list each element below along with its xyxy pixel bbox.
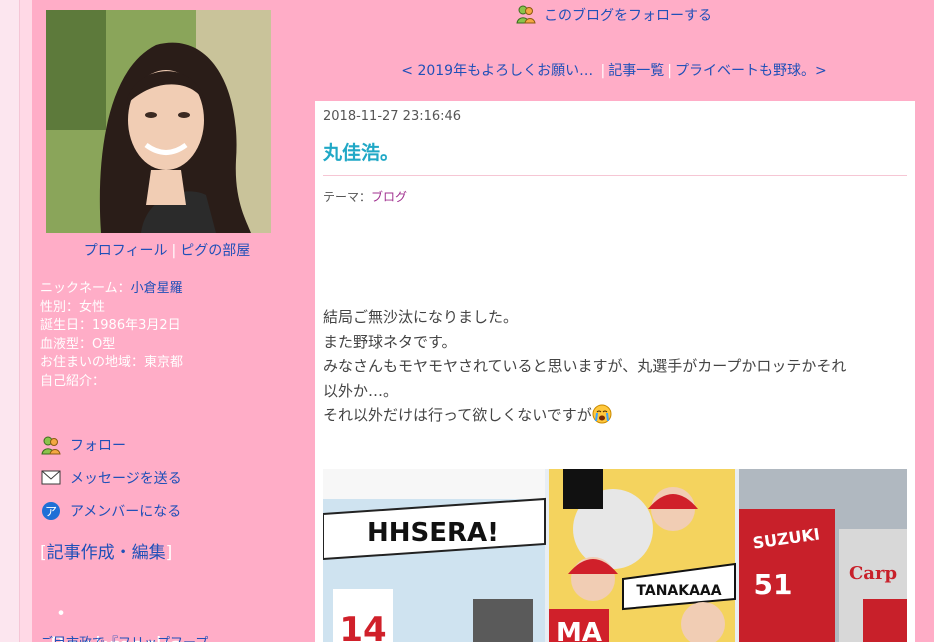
body-line: また野球ネタです。 <box>323 332 457 351</box>
nickname-link[interactable]: 小倉星羅 <box>131 281 183 296</box>
mural-banner-text: HHSERA! <box>367 518 499 548</box>
body-line: それ以外だけは行って欲しくないですが <box>323 406 592 424</box>
mural-tanaka-text: TANAKAAA <box>636 583 721 599</box>
edit-bracket-close: ] <box>165 543 173 563</box>
body-line: 以外か…。 <box>323 381 399 400</box>
mural-carp-logo-text: Carp <box>849 563 897 584</box>
profile-link[interactable]: プロフィール <box>84 243 168 259</box>
follow-blog-link[interactable]: このブログをフォローする <box>314 4 914 28</box>
edit-bracket-open: [ <box>40 543 47 563</box>
nav-separator: | <box>600 63 606 79</box>
profile-links: プロフィール | ピグの部屋 <box>32 240 302 260</box>
nickname-row: ニックネーム：小倉星羅 <box>40 280 300 299</box>
theme-tag-link[interactable]: ブログ <box>371 190 407 204</box>
next-article-link[interactable]: プライベートも野球。> <box>675 63 827 79</box>
pigg-room-link[interactable]: ピグの部屋 <box>180 243 250 259</box>
profile-info: ニックネーム：小倉星羅 性別：女性 誕生日：1986年3月2日 血液型：O型 お… <box>40 280 300 391</box>
page-left-border <box>0 0 20 642</box>
prev-article-link[interactable]: < 2019年もよろしくお願い… <box>401 63 593 79</box>
profile-photo[interactable] <box>46 10 271 233</box>
follow-icon <box>516 4 536 28</box>
region-row: お住まいの地域：東京都 <box>40 355 184 370</box>
send-message-button[interactable]: メッセージを送る <box>40 461 300 494</box>
link-separator: | <box>171 243 177 259</box>
article: 2018-11-27 23:16:46 丸佳浩。 テーマ：ブログ 結局ご無沙汰に… <box>315 101 915 642</box>
amember-button[interactable]: ア アメンバーになる <box>40 494 300 527</box>
crying-face-icon <box>592 404 612 432</box>
theme-label: テーマ： <box>323 190 372 204</box>
body-line: みなさんもモヤモヤされていると思いますが、丸選手がカープかロッテかそれ <box>323 357 847 375</box>
follow-blog-label: このブログをフォローする <box>544 8 712 24</box>
blood-type-row: 血液型：O型 <box>40 336 116 352</box>
article-date: 2018-11-27 23:16:46 <box>323 109 462 124</box>
gender-row: 性別：女性 <box>40 299 106 315</box>
article-list-link[interactable]: 記事一覧 <box>608 63 664 79</box>
article-title[interactable]: 丸佳浩。 <box>323 138 907 176</box>
follow-icon <box>40 434 62 456</box>
sidebar: プロフィール | ピグの部屋 ニックネーム：小倉星羅 性別：女性 誕生日：1986年… <box>32 0 302 642</box>
article-body: 結局ご無沙汰になりました。 また野球ネタです。 みなさんもモヤモヤされていると思… <box>323 305 907 432</box>
body-line: 結局ご無沙汰になりました。 <box>323 308 519 326</box>
bookmark-item[interactable]: ご目市政で『フリップフープ <box>40 632 208 642</box>
follow-label: フォロー <box>70 437 126 454</box>
birthday-row: 誕生日：1986年3月2日 <box>40 318 181 333</box>
blog-page: プロフィール | ピグの部屋 ニックネーム：小倉星羅 性別：女性 誕生日：1986年… <box>32 0 934 642</box>
amember-icon: ア <box>40 500 62 522</box>
article-theme: テーマ：ブログ <box>323 188 907 205</box>
edit-article-label: 記事作成・編集 <box>46 543 166 563</box>
nickname-label: ニックネーム： <box>40 281 131 296</box>
carp-mural-image: HHSERA! 14 TANAKAAA MA SUZUKI 51 Carp <box>323 469 907 642</box>
nav-separator: | <box>667 63 672 79</box>
article-photo[interactable]: HHSERA! 14 TANAKAAA MA SUZUKI 51 Carp <box>323 469 907 642</box>
edit-article-link[interactable]: [記事作成・編集] <box>40 538 172 563</box>
article-navigation: < 2019年もよろしくお願い… | 記事一覧 | プライベートも野球。> <box>314 60 914 80</box>
intro-row: 自己紹介： <box>40 373 106 389</box>
follow-button[interactable]: フォロー <box>40 428 300 461</box>
mural-number-51: 51 <box>754 568 793 601</box>
body-line-last: それ以外だけは行って欲しくないですが <box>323 403 907 432</box>
send-message-label: メッセージを送る <box>70 470 182 487</box>
mural-ma-text: MA <box>556 618 602 642</box>
envelope-icon <box>40 467 62 489</box>
profile-portrait-image <box>46 10 271 233</box>
mural-number-14: 14 <box>339 610 386 642</box>
svg-text:ア: ア <box>45 504 57 518</box>
profile-actions: フォロー メッセージを送る ア アメンバーになる <box>40 428 300 527</box>
amember-label: アメンバーになる <box>70 503 182 520</box>
